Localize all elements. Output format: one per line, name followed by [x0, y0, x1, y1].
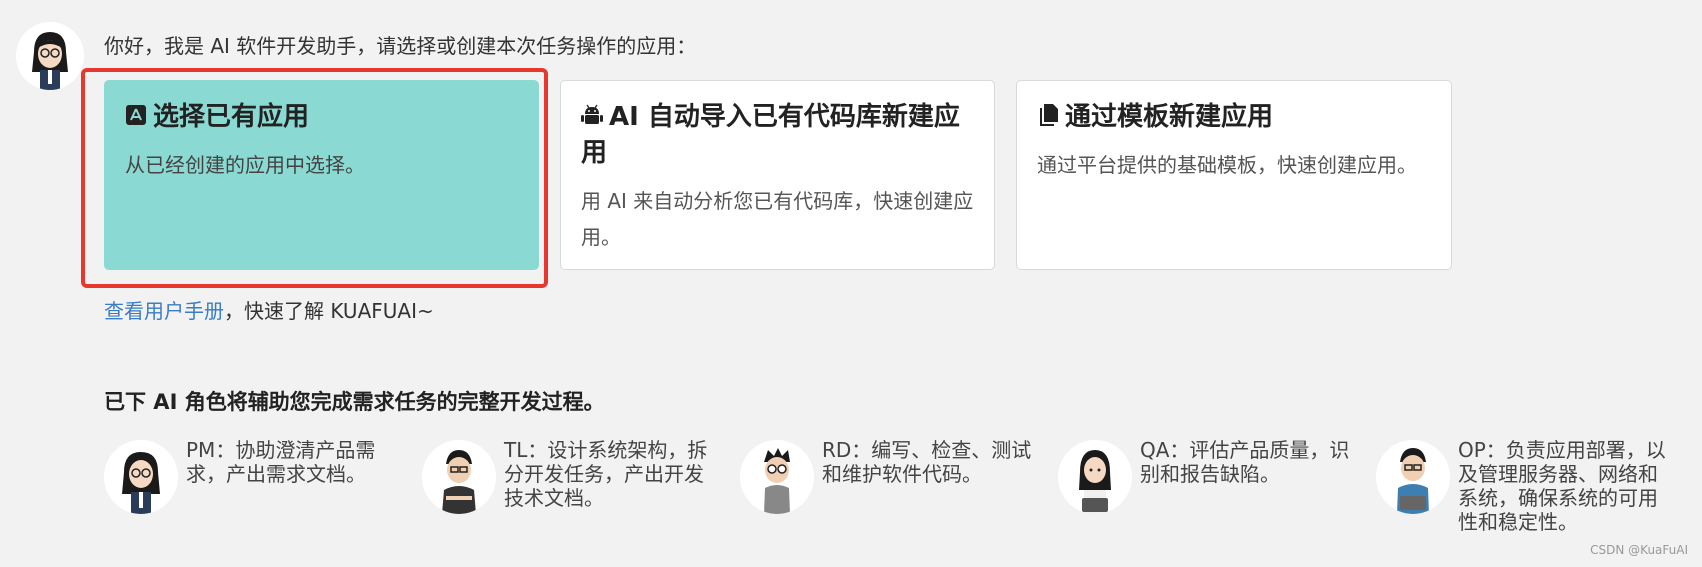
role-pm: PM：协助澄清产品需求，产出需求文档。 [104, 438, 404, 538]
role-description: PM：协助澄清产品需求，产出需求文档。 [186, 438, 376, 486]
card-description: 用 AI 来自动分析您已有代码库，快速创建应用。 [581, 189, 974, 249]
card-description: 通过平台提供的基础模板，快速创建应用。 [1037, 153, 1417, 177]
op-avatar [1376, 440, 1450, 514]
manual-suffix: ，快速了解 KUAFUAI~ [224, 299, 434, 323]
role-op: OP：负责应用部署，以及管理服务器、网络和系统，确保系统的可用性和稳定性。 [1376, 438, 1676, 538]
role-qa: QA：评估产品质量，识别和报告缺陷。 [1058, 438, 1358, 538]
manual-line: 查看用户手册，快速了解 KUAFUAI~ [104, 295, 434, 324]
document-icon [1037, 103, 1059, 127]
role-description: OP：负责应用部署，以及管理服务器、网络和系统，确保系统的可用性和稳定性。 [1458, 438, 1666, 534]
ai-import-codebase-card[interactable]: AI 自动导入已有代码库新建应用 用 AI 来自动分析您已有代码库，快速创建应用… [560, 80, 995, 270]
roles-heading: 已下 AI 角色将辅助您完成需求任务的完整开发过程。 [104, 390, 605, 414]
card-title: AI 自动导入已有代码库新建应用 [581, 102, 960, 168]
role-description: QA：评估产品质量，识别和报告缺陷。 [1140, 438, 1350, 486]
assistant-avatar [16, 22, 84, 90]
rd-avatar [740, 440, 814, 514]
pm-avatar [104, 440, 178, 514]
tl-avatar [422, 440, 496, 514]
android-icon [581, 103, 603, 127]
selection-highlight [81, 68, 548, 288]
qa-avatar [1058, 440, 1132, 514]
watermark: CSDN @KuaFuAI [1590, 543, 1688, 557]
role-tl: TL：设计系统架构，拆分开发任务，产出开发技术文档。 [422, 438, 722, 538]
role-description: TL：设计系统架构，拆分开发任务，产出开发技术文档。 [504, 438, 708, 510]
card-title: 通过模板新建应用 [1037, 99, 1431, 135]
user-manual-link[interactable]: 查看用户手册 [104, 299, 224, 323]
role-description: RD：编写、检查、测试和维护软件代码。 [822, 438, 1032, 486]
template-new-app-card[interactable]: 通过模板新建应用 通过平台提供的基础模板，快速创建应用。 [1016, 80, 1452, 270]
greeting-text: 你好，我是 AI 软件开发助手，请选择或创建本次任务操作的应用： [104, 34, 697, 58]
role-rd: RD：编写、检查、测试和维护软件代码。 [740, 438, 1040, 538]
